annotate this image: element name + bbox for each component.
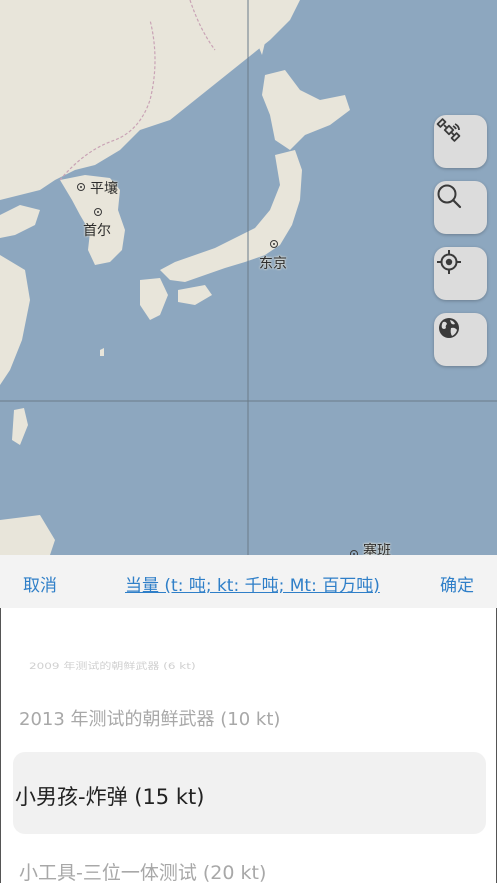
city-label-pyongyang: 平壤 (90, 181, 118, 197)
confirm-button[interactable]: 确定 (440, 571, 474, 596)
cancel-button[interactable]: 取消 (23, 571, 57, 596)
city-label-saipan: 塞班 (363, 543, 391, 555)
city-label-tokyo: 东京 (259, 256, 287, 272)
globe-button[interactable] (434, 313, 487, 366)
search-button[interactable] (434, 181, 487, 234)
city-marker-seoul (94, 208, 102, 216)
map-view[interactable]: 平壤 首尔 东京 塞班 (0, 0, 497, 555)
map-canvas (0, 0, 497, 555)
city-marker-tokyo (270, 240, 278, 248)
city-marker-pyongyang (77, 183, 85, 191)
picker-option[interactable]: 2009 年测试的朝鲜武器 (6 kt) (29, 659, 196, 672)
picker-option[interactable]: 小工具-三位一体测试 (20 kt) (19, 858, 266, 883)
satellite-layer-button[interactable] (434, 115, 487, 168)
satellite-icon (436, 118, 461, 142)
city-label-seoul: 首尔 (83, 223, 111, 239)
search-icon (437, 184, 462, 209)
picker-toolbar: 取消 当量 (t: 吨; kt: 千吨; Mt: 百万吨) 确定 (0, 555, 497, 609)
yield-units-title[interactable]: 当量 (t: 吨; kt: 千吨; Mt: 百万吨) (125, 571, 380, 596)
picker-option[interactable]: 2013 年测试的朝鲜武器 (10 kt) (19, 705, 280, 731)
picker-option-selected[interactable]: 小男孩-炸弹 (15 kt) (15, 781, 204, 811)
locate-button[interactable] (434, 247, 487, 300)
yield-picker[interactable]: 2009 年测试的朝鲜武器 (6 kt) 2013 年测试的朝鲜武器 (10 k… (0, 608, 497, 883)
globe-icon (439, 318, 459, 338)
crosshair-icon (437, 250, 461, 274)
